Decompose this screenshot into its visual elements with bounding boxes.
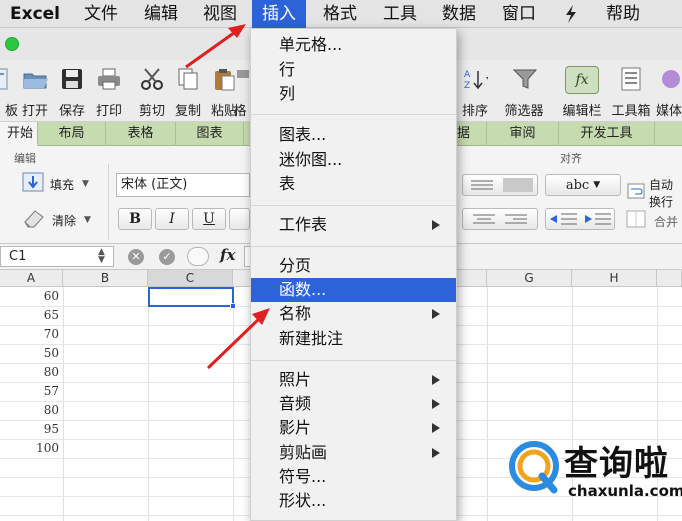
watermark-url: chaxunla.com [568,482,682,500]
watermark-brand: 查询啦 [564,444,669,484]
arrow-to-function-item-icon [206,308,270,370]
magnifier-logo-icon [509,441,559,494]
arrow-to-insert-menu-icon [185,24,246,69]
watermark-logo: 查询啦 chaxunla.com [508,436,682,512]
